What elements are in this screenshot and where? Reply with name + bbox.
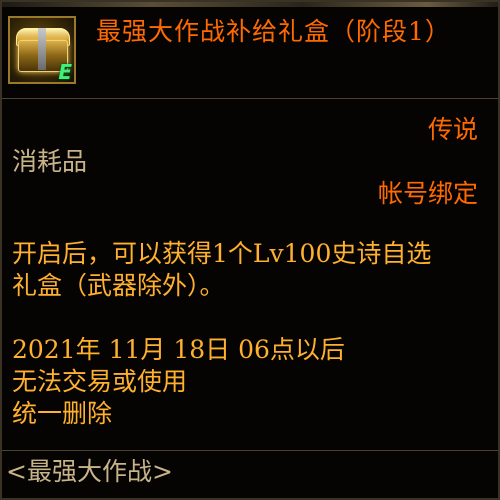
item-series: <最强大作战>: [6, 457, 173, 486]
expiry-notice: 2021年 11月 18日 06点以后 无法交易或使用 统一删除: [12, 334, 487, 430]
item-grade: 传说: [427, 115, 478, 144]
item-name: 最强大作战补给礼盒（阶段1）: [96, 17, 451, 46]
expiry-date: 2021年 11月 18日 06点以后: [12, 335, 345, 364]
chest-band: [38, 28, 46, 70]
item-tooltip: E 最强大作战补给礼盒（阶段1） 传说 消耗品 帐号绑定 开启后，可以获得1个L…: [0, 0, 500, 500]
expiry-line-3: 统一删除: [12, 399, 113, 428]
item-description: 开启后，可以获得1个Lv100史诗自选 礼盒（武器除外）。: [12, 238, 487, 302]
header-divider: [2, 98, 498, 99]
icon-badge: E: [58, 60, 72, 84]
expiry-line-2: 无法交易或使用: [12, 367, 188, 396]
binding-status: 帐号绑定: [377, 179, 478, 208]
description-line-2: 礼盒（武器除外）。: [12, 271, 225, 300]
description-line-1: 开启后，可以获得1个Lv100史诗自选: [12, 239, 432, 268]
golden-treasure-chest-icon: E: [8, 16, 76, 84]
footer-divider: [2, 450, 498, 451]
tooltip-top-edge: [2, 2, 498, 7]
item-category: 消耗品: [12, 147, 88, 176]
